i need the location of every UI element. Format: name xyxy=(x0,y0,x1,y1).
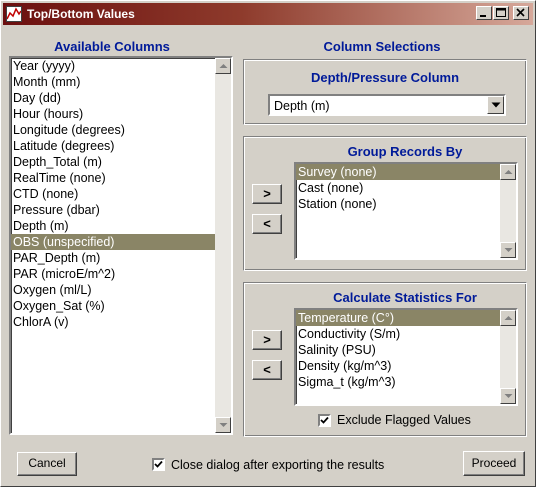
depth-pressure-header: Depth/Pressure Column xyxy=(310,70,460,85)
up-arrow-icon xyxy=(504,316,513,320)
depth-pressure-value: Depth (m) xyxy=(274,99,330,113)
up-arrow-icon xyxy=(504,170,513,174)
list-item[interactable]: Conductivity (S/m) xyxy=(296,326,516,342)
statistics-list[interactable]: Temperature (C°) Conductivity (S/m) Salini… xyxy=(294,308,518,406)
list-item[interactable]: Cast (none) xyxy=(296,180,516,196)
depth-pressure-panel: Depth/Pressure Column Depth (m) xyxy=(243,59,527,125)
list-item[interactable]: Temperature (C°) xyxy=(296,310,516,326)
available-columns-items: Year (yyyy) Month (mm) Day (dd) Hour (hours… xyxy=(11,58,231,330)
top-bottom-values-dialog: Top/Bottom Values Available Columns Year… xyxy=(0,0,536,487)
depth-pressure-dropdown[interactable]: Depth (m) xyxy=(268,94,506,116)
minimize-button[interactable] xyxy=(476,6,492,20)
list-item[interactable]: Year (yyyy) xyxy=(11,58,231,74)
available-columns-header: Available Columns xyxy=(54,39,170,54)
scroll-up-button[interactable] xyxy=(500,310,516,326)
available-columns-list[interactable]: Year (yyyy) Month (mm) Day (dd) Hour (hours… xyxy=(9,56,233,435)
scroll-down-button[interactable] xyxy=(215,417,231,433)
close-after-export-checkbox[interactable] xyxy=(152,458,165,471)
down-arrow-icon xyxy=(504,394,513,398)
list-item[interactable]: Longitude (degrees) xyxy=(11,122,231,138)
statistics-panel: Calculate Statistics For > < Temperature… xyxy=(243,282,527,437)
scroll-down-button[interactable] xyxy=(500,388,516,404)
title-bar[interactable]: Top/Bottom Values xyxy=(3,3,533,25)
scroll-up-button[interactable] xyxy=(500,164,516,180)
down-arrow-icon xyxy=(219,423,228,427)
list-item[interactable]: Oxygen_Sat (%) xyxy=(11,298,231,314)
proceed-button[interactable]: Proceed xyxy=(463,451,525,476)
remove-statistic-button[interactable]: < xyxy=(252,360,282,380)
list-item[interactable]: Depth_Total (m) xyxy=(11,154,231,170)
group-records-header: Group Records By xyxy=(347,144,463,159)
statistics-items: Temperature (C°) Conductivity (S/m) Salini… xyxy=(296,310,516,390)
maximize-icon xyxy=(496,8,506,17)
add-group-button[interactable]: > xyxy=(252,184,282,204)
dropdown-button[interactable] xyxy=(487,96,504,114)
list-item[interactable]: Sigma_t (kg/m^3) xyxy=(296,374,516,390)
minimize-icon xyxy=(480,15,486,17)
group-records-items: Survey (none) Cast (none) Station (none) xyxy=(296,164,516,212)
list-item[interactable]: Density (kg/m^3) xyxy=(296,358,516,374)
close-button[interactable] xyxy=(513,6,529,20)
group-records-list[interactable]: Survey (none) Cast (none) Station (none) xyxy=(294,162,518,260)
available-columns-scrollbar[interactable] xyxy=(215,58,231,433)
close-after-export-label: Close dialog after exporting the results xyxy=(171,458,385,472)
scroll-up-button[interactable] xyxy=(215,58,231,74)
list-item[interactable]: Latitude (degrees) xyxy=(11,138,231,154)
down-arrow-icon xyxy=(504,248,513,252)
maximize-button[interactable] xyxy=(493,6,509,20)
up-arrow-icon xyxy=(219,64,228,68)
list-item[interactable]: ChlorA (v) xyxy=(11,314,231,330)
statistics-header: Calculate Statistics For xyxy=(333,290,477,305)
group-records-panel: Group Records By > < Survey (none) Cast (… xyxy=(243,136,527,271)
chevron-down-icon xyxy=(491,102,501,108)
exclude-flagged-label: Exclude Flagged Values xyxy=(337,413,471,427)
column-selections-header: Column Selections xyxy=(323,39,441,54)
list-item[interactable]: PAR (microE/m^2) xyxy=(11,266,231,282)
add-statistic-button[interactable]: > xyxy=(252,330,282,350)
list-item[interactable]: OBS (unspecified) xyxy=(11,234,231,250)
list-item[interactable]: RealTime (none) xyxy=(11,170,231,186)
window-title: Top/Bottom Values xyxy=(27,7,135,21)
checkmark-icon xyxy=(154,460,163,468)
close-icon xyxy=(516,8,525,17)
list-item[interactable]: Station (none) xyxy=(296,196,516,212)
checkmark-icon xyxy=(320,416,329,424)
app-icon xyxy=(6,6,22,22)
statistics-scrollbar[interactable] xyxy=(500,310,516,404)
list-item[interactable]: Depth (m) xyxy=(11,218,231,234)
scroll-down-button[interactable] xyxy=(500,242,516,258)
list-item[interactable]: Day (dd) xyxy=(11,90,231,106)
exclude-flagged-checkbox[interactable] xyxy=(318,414,331,427)
cancel-button[interactable]: Cancel xyxy=(17,452,77,476)
list-item[interactable]: Hour (hours) xyxy=(11,106,231,122)
list-item[interactable]: Month (mm) xyxy=(11,74,231,90)
list-item[interactable]: Oxygen (ml/L) xyxy=(11,282,231,298)
list-item[interactable]: CTD (none) xyxy=(11,186,231,202)
list-item[interactable]: PAR_Depth (m) xyxy=(11,250,231,266)
remove-group-button[interactable]: < xyxy=(252,214,282,234)
list-item[interactable]: Salinity (PSU) xyxy=(296,342,516,358)
list-item[interactable]: Survey (none) xyxy=(296,164,516,180)
group-records-scrollbar[interactable] xyxy=(500,164,516,258)
list-item[interactable]: Pressure (dbar) xyxy=(11,202,231,218)
